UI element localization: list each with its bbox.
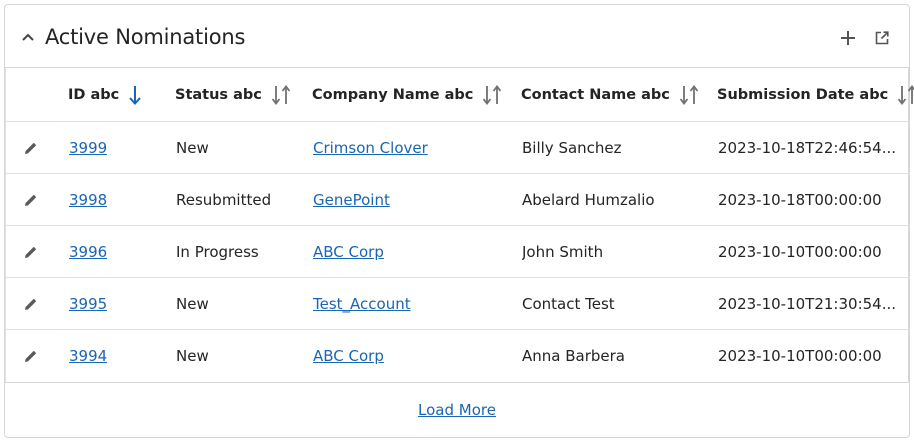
submission-date-cell: 2023-10-18T00:00:00 — [718, 190, 882, 209]
contact-name-cell: John Smith — [522, 242, 604, 261]
contact-name-cell: Contact Test — [522, 294, 615, 313]
nomination-id-link[interactable]: 3995 — [69, 295, 107, 313]
table-row: 3994 New ABC Corp Anna Barbera 2023-10-1… — [6, 330, 910, 382]
status-cell: New — [176, 294, 209, 313]
open-in-new-window-icon[interactable] — [875, 31, 889, 45]
company-name-link[interactable]: ABC Corp — [313, 347, 384, 365]
column-header-contact-name[interactable]: Contact Name abc — [521, 68, 699, 121]
submission-date-cell: 2023-10-10T21:30:54... — [718, 294, 897, 313]
sort-bidirectional-icon[interactable] — [271, 84, 291, 106]
submission-date-cell: 2023-10-18T22:46:54... — [718, 138, 897, 157]
nomination-id-link[interactable]: 3999 — [69, 139, 107, 157]
pencil-edit-icon[interactable] — [24, 193, 38, 207]
nominations-grid: ID abc Status abc Company Name abc Conta… — [5, 67, 914, 383]
table-row: 3998 Resubmitted GenePoint Abelard Humza… — [6, 174, 910, 226]
pencil-edit-icon[interactable] — [24, 245, 38, 259]
plus-icon[interactable] — [840, 30, 856, 46]
nomination-id-link[interactable]: 3994 — [69, 347, 107, 365]
table-header-row: ID abc Status abc Company Name abc Conta… — [6, 68, 914, 122]
sort-bidirectional-icon[interactable] — [482, 84, 502, 106]
sort-bidirectional-icon[interactable] — [679, 84, 699, 106]
nomination-id-link[interactable]: 3998 — [69, 191, 107, 209]
sort-descending-icon[interactable] — [128, 84, 142, 106]
table-row: 3995 New Test_Account Contact Test 2023-… — [6, 278, 910, 330]
sort-bidirectional-icon[interactable] — [897, 84, 914, 106]
status-cell: New — [176, 347, 209, 365]
submission-date-cell: 2023-10-10T00:00:00 — [718, 242, 882, 261]
submission-date-cell: 2023-10-10T00:00:00 — [718, 347, 882, 365]
table-row: 3996 In Progress ABC Corp John Smith 202… — [6, 226, 910, 278]
panel-header: Active Nominations — [5, 5, 909, 67]
table-row: 3999 New Crimson Clover Billy Sanchez 20… — [6, 122, 910, 174]
column-header-status[interactable]: Status abc — [175, 68, 291, 121]
status-cell: New — [176, 138, 209, 157]
panel-title: Active Nominations — [45, 25, 246, 49]
column-header-submission-date[interactable]: Submission Date abc — [717, 68, 914, 121]
panel-footer: Load More — [5, 383, 909, 437]
column-header-company-name[interactable]: Company Name abc — [312, 68, 502, 121]
status-cell: Resubmitted — [176, 190, 272, 209]
nomination-id-link[interactable]: 3996 — [69, 243, 107, 261]
chevron-up-icon[interactable] — [21, 32, 35, 42]
company-name-link[interactable]: ABC Corp — [313, 243, 384, 261]
pencil-edit-icon[interactable] — [24, 141, 38, 155]
company-name-link[interactable]: Crimson Clover — [313, 139, 428, 157]
company-name-link[interactable]: Test_Account — [313, 295, 411, 313]
contact-name-cell: Abelard Humzalio — [522, 190, 655, 209]
load-more-link[interactable]: Load More — [418, 401, 496, 419]
pencil-edit-icon[interactable] — [24, 349, 38, 363]
contact-name-cell: Billy Sanchez — [522, 138, 622, 157]
column-header-id[interactable]: ID abc — [68, 68, 142, 121]
company-name-link[interactable]: GenePoint — [313, 191, 390, 209]
active-nominations-panel: Active Nominations ID abc Status abc Com… — [4, 4, 914, 438]
pencil-edit-icon[interactable] — [24, 297, 38, 311]
status-cell: In Progress — [176, 242, 259, 261]
contact-name-cell: Anna Barbera — [522, 347, 625, 365]
